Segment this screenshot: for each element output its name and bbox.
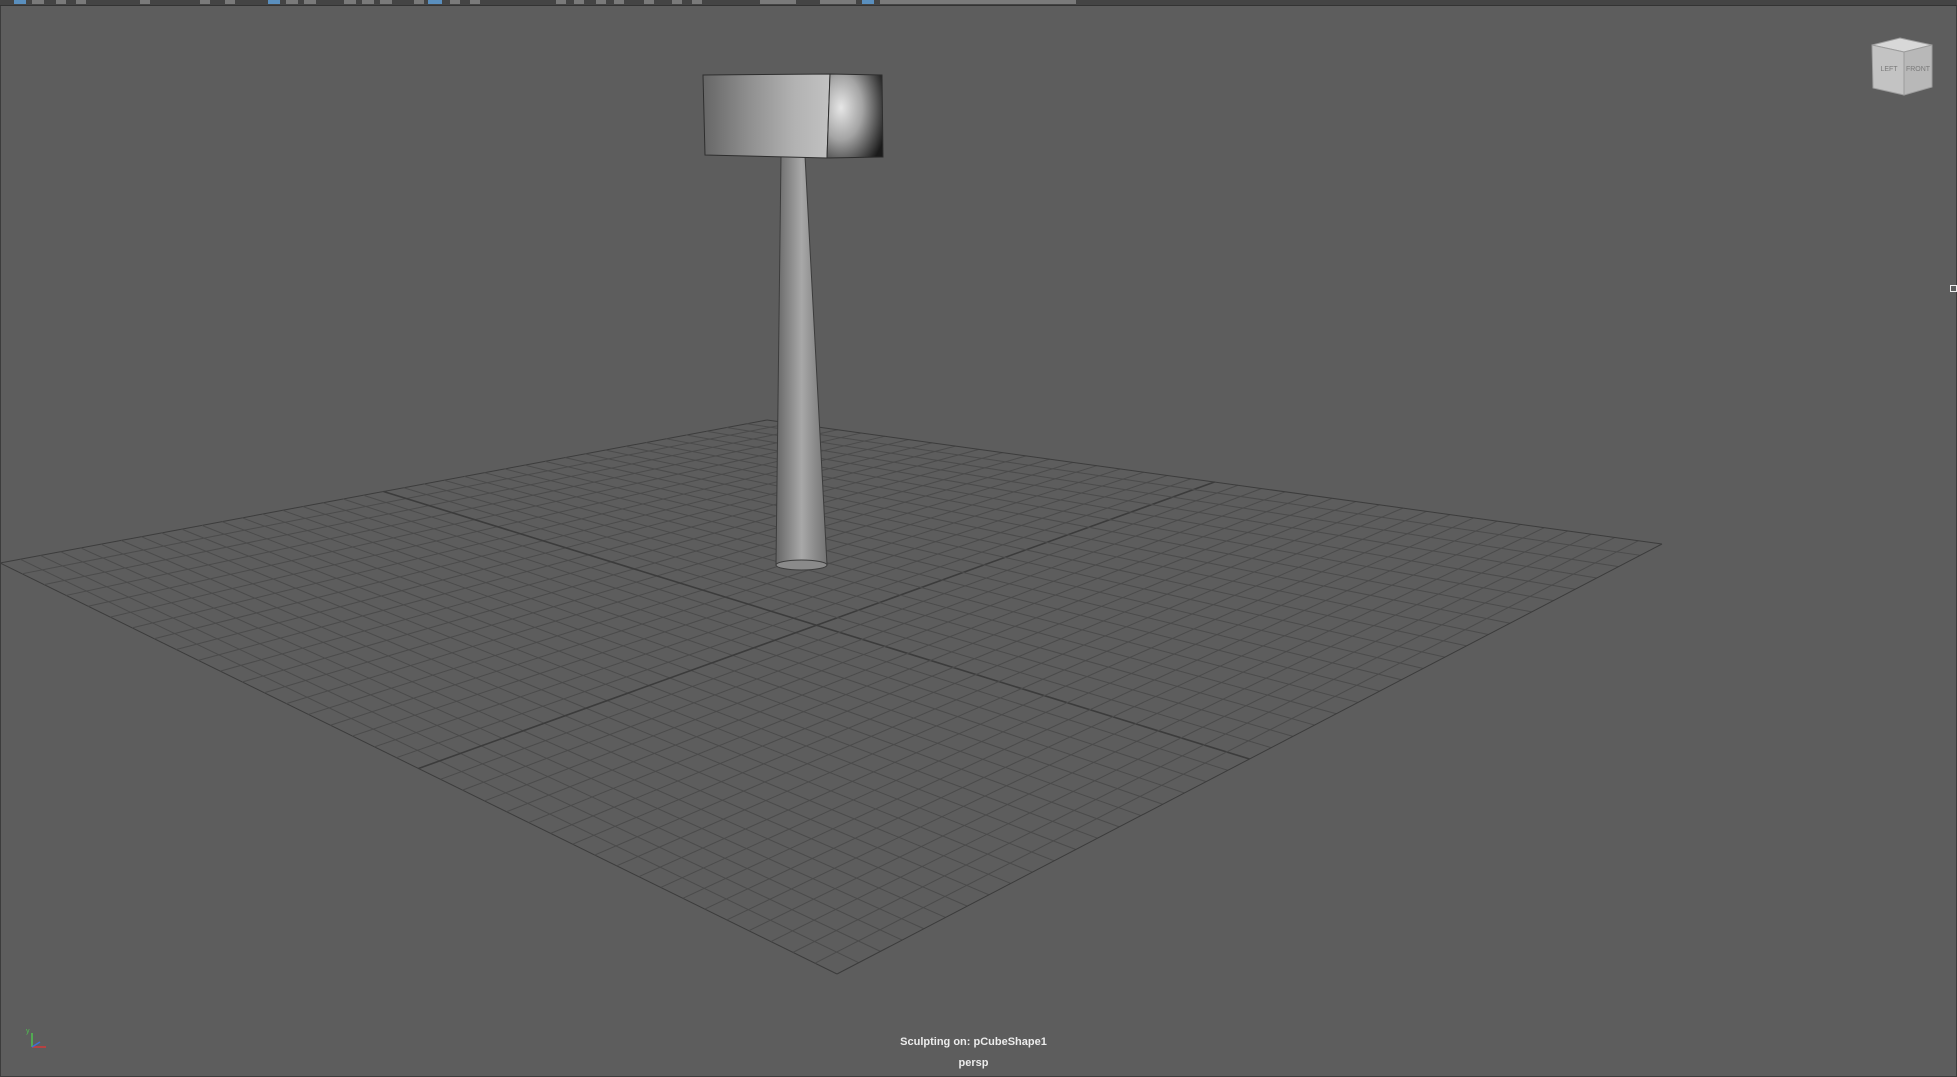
- tapered-column[interactable]: [775, 155, 828, 571]
- camera-name-hud: persp: [958, 1057, 989, 1069]
- pane-resize-handle[interactable]: [1950, 285, 1957, 292]
- perspective-viewport[interactable]: Sculpting on: pCubeShape1 persp LEFT FRO…: [0, 0, 1957, 1077]
- grid-line: [814, 540, 1639, 964]
- grid-line: [770, 533, 1592, 943]
- grid-line: [484, 472, 1359, 703]
- grid-line: [565, 457, 1446, 658]
- sculpt-target-hud: Sculpting on: pCubeShape1: [900, 1036, 1047, 1048]
- pCubeShape1[interactable]: [702, 73, 884, 159]
- grid-line: [585, 453, 1467, 647]
- viewcube-icon[interactable]: LEFT FRONT: [1868, 36, 1938, 100]
- grid-line: [462, 488, 1262, 791]
- grid-line: [572, 504, 1380, 845]
- grid-line: [403, 487, 1272, 749]
- viewcube-front-label[interactable]: FRONT: [1906, 66, 1931, 73]
- scene-view[interactable]: [0, 0, 1957, 1077]
- grid-line: [443, 479, 1315, 726]
- grid-line: [528, 497, 1333, 824]
- grid-line: [625, 445, 1511, 624]
- grid-line: [726, 427, 1619, 568]
- axis-y-label: y: [26, 1028, 30, 1035]
- grid-line: [550, 501, 1357, 834]
- grid-line: [746, 423, 1641, 556]
- view-axis-icon: y: [26, 1028, 46, 1048]
- grid-line: [836, 543, 1663, 975]
- grid-line: [706, 430, 1597, 579]
- ground-grid: [0, 419, 1663, 975]
- viewcube-left-label[interactable]: LEFT: [1880, 66, 1898, 73]
